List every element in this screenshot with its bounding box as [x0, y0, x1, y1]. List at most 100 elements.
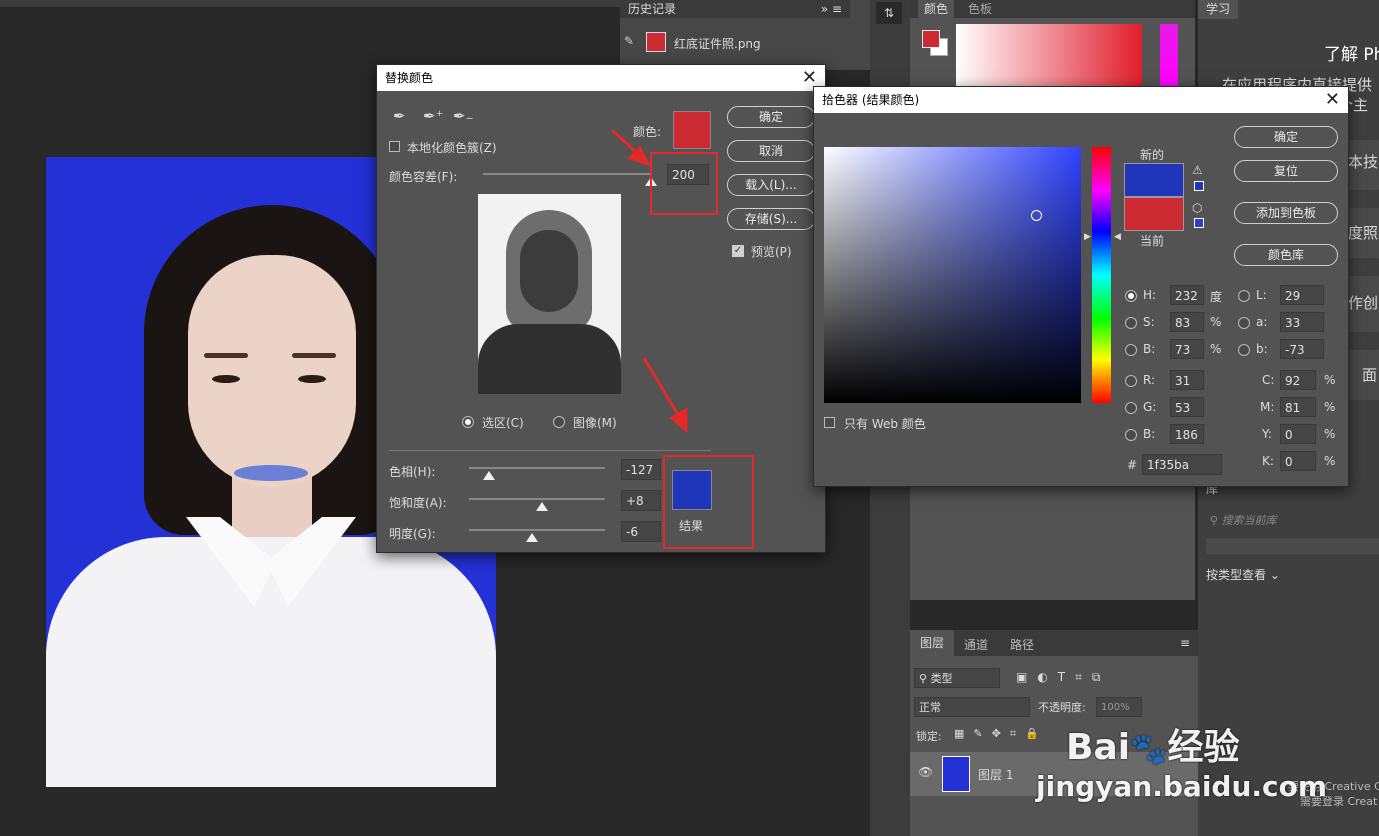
lab-b-input[interactable]: -73: [1280, 339, 1324, 359]
layer-filter-icons[interactable]: ▣◐T⌗⧉: [1016, 670, 1110, 685]
replace-dialog-titlebar[interactable]: 替换颜色 ✕: [377, 65, 825, 91]
current-color-swatch[interactable]: [1124, 197, 1184, 231]
web-safe-swatch[interactable]: [1194, 218, 1204, 228]
load-button[interactable]: 载入(L)...: [727, 174, 815, 196]
view-by-type[interactable]: 按类型查看 ⌄: [1206, 566, 1280, 583]
tab-paths[interactable]: 路径: [1010, 636, 1034, 653]
picker-titlebar[interactable]: 拾色器 (结果颜色) ✕: [814, 87, 1348, 113]
learn-card-3-label: 作创意: [1348, 294, 1379, 312]
learn-card-3[interactable]: 作创意: [1348, 276, 1379, 332]
hue-slider-track[interactable]: [469, 467, 605, 469]
saturation-slider-thumb[interactable]: [536, 502, 548, 511]
hue-slider-thumb[interactable]: [483, 471, 495, 480]
eye-icon[interactable]: 👁: [918, 765, 933, 779]
l-radio[interactable]: [1238, 290, 1250, 302]
c-input[interactable]: 92: [1280, 370, 1316, 390]
y-input[interactable]: 0: [1280, 424, 1316, 444]
tab-channels[interactable]: 通道: [964, 636, 988, 653]
lightness-slider-track[interactable]: [469, 529, 605, 531]
hue-slider[interactable]: [1092, 147, 1111, 403]
saturation-slider-track[interactable]: [469, 498, 605, 500]
picker-reset-button[interactable]: 复位: [1234, 160, 1338, 182]
properties-icon[interactable]: ⇅: [876, 2, 902, 24]
hue-input[interactable]: -127: [621, 459, 661, 480]
cancel-button[interactable]: 取消: [727, 140, 815, 162]
web-safe-cube-icon[interactable]: ⬡: [1192, 201, 1202, 215]
tab-layers[interactable]: 图层: [910, 630, 955, 656]
lightness-label: 明度(G):: [389, 527, 436, 541]
source-color-swatch[interactable]: [673, 111, 711, 149]
picker-ok-button[interactable]: 确定: [1234, 126, 1338, 148]
hue-marker-left[interactable]: ▶: [1084, 232, 1091, 242]
history-tab-label: 历史记录: [628, 2, 677, 16]
hue-strip[interactable]: [1160, 24, 1178, 86]
r-radio[interactable]: [1125, 375, 1137, 387]
hex-input[interactable]: 1f35ba: [1142, 454, 1222, 475]
h-input[interactable]: 232: [1170, 285, 1204, 305]
lock-icons[interactable]: ▦✎✥⌗🔒: [954, 727, 1048, 741]
new-label: 新的: [1140, 148, 1165, 162]
preview-checkbox[interactable]: ✓: [732, 245, 744, 257]
lab-b-radio[interactable]: [1238, 344, 1250, 356]
close-icon[interactable]: ✕: [1325, 87, 1340, 113]
library-dropdown[interactable]: [1206, 538, 1379, 554]
saturation-brightness-field[interactable]: [824, 147, 1081, 403]
localized-checkbox[interactable]: [389, 141, 400, 152]
blue-label: B:: [1143, 427, 1156, 441]
layer-filter-select[interactable]: ⚲ 类型: [914, 668, 1000, 688]
selection-radio[interactable]: [462, 416, 474, 428]
h-radio[interactable]: [1125, 290, 1137, 302]
history-item-label[interactable]: 红底证件照.png: [674, 35, 761, 52]
b-unit: %: [1210, 342, 1222, 356]
add-to-swatches-button[interactable]: 添加到色板: [1234, 202, 1338, 224]
blue-input[interactable]: 186: [1170, 424, 1204, 444]
tab-learn[interactable]: 学习: [1198, 0, 1239, 19]
hue-marker-right[interactable]: ◀: [1114, 232, 1121, 242]
learn-card-4[interactable]: 面: [1348, 350, 1379, 400]
lightness-slider-thumb[interactable]: [526, 533, 538, 542]
image-radio[interactable]: [553, 416, 565, 428]
saturation-input[interactable]: +8: [621, 490, 661, 511]
lightness-input[interactable]: -6: [621, 521, 661, 542]
a-radio[interactable]: [1238, 317, 1250, 329]
library-search-placeholder: 搜索当前库: [1221, 514, 1277, 527]
eyedropper-minus-icon[interactable]: ✒₋: [453, 107, 474, 125]
s-radio[interactable]: [1125, 317, 1137, 329]
learn-card-1[interactable]: 本技能: [1348, 140, 1379, 190]
fuzziness-slider-track[interactable]: [483, 173, 651, 175]
library-search[interactable]: ⚲ 搜索当前库: [1210, 512, 1277, 528]
eyedropper-icon[interactable]: ✒: [393, 107, 406, 125]
opacity-label: 不透明度:: [1038, 701, 1086, 714]
gamut-warning-icon[interactable]: ⚠: [1192, 163, 1203, 177]
r-input[interactable]: 31: [1170, 370, 1204, 390]
color-libraries-button[interactable]: 颜色库: [1234, 244, 1338, 266]
eyedropper-plus-icon[interactable]: ✒⁺: [423, 107, 444, 125]
blend-mode-select[interactable]: 正常: [914, 697, 1030, 717]
l-input[interactable]: 29: [1280, 285, 1324, 305]
color-field-cursor[interactable]: [1031, 210, 1042, 221]
a-input[interactable]: 33: [1280, 312, 1324, 332]
save-button[interactable]: 存储(S)...: [727, 208, 815, 230]
b-input[interactable]: 73: [1170, 339, 1204, 359]
color-field[interactable]: [956, 24, 1142, 86]
g-radio[interactable]: [1125, 402, 1137, 414]
s-input[interactable]: 83: [1170, 312, 1204, 332]
learn-card-2[interactable]: 度照片: [1348, 208, 1379, 258]
opacity-input[interactable]: 100%: [1096, 697, 1142, 717]
web-only-checkbox[interactable]: [824, 417, 835, 428]
panel-menu-icon[interactable]: » ≡: [821, 0, 842, 18]
blue-radio[interactable]: [1125, 429, 1137, 441]
layers-menu-icon[interactable]: ≡: [1180, 636, 1190, 650]
tab-color[interactable]: 颜色: [918, 0, 955, 19]
gamut-swatch[interactable]: [1194, 181, 1204, 191]
history-tab[interactable]: 历史记录 » ≡: [620, 0, 850, 18]
b-radio[interactable]: [1125, 344, 1137, 356]
tab-swatches[interactable]: 色板: [962, 0, 998, 19]
k-input[interactable]: 0: [1280, 451, 1316, 471]
g-input[interactable]: 53: [1170, 397, 1204, 417]
foreground-swatch[interactable]: [922, 30, 940, 48]
m-input[interactable]: 81: [1280, 397, 1316, 417]
layer-name[interactable]: 图层 1: [978, 766, 1013, 783]
l-label: L:: [1256, 288, 1267, 302]
ok-button[interactable]: 确定: [727, 106, 815, 128]
